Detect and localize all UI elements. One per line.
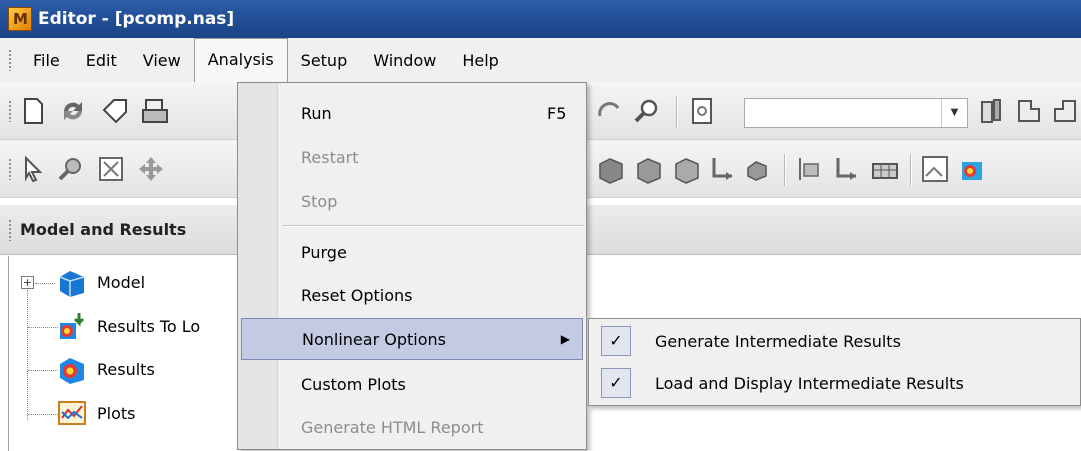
tree-line (35, 283, 55, 284)
run-shortcut: F5 (547, 103, 567, 123)
toolbar-separator (910, 154, 912, 186)
checkmark-icon: ✓ (601, 326, 631, 356)
menu-help[interactable]: Help (449, 45, 511, 76)
toolbar-separator (784, 154, 786, 186)
nonlinear-options-submenu: ✓ Generate Intermediate Results ✓ Load a… (588, 318, 1081, 406)
graph-icon[interactable] (920, 154, 950, 184)
tree-line (28, 414, 58, 415)
menu-view[interactable]: View (130, 45, 194, 76)
toolbar-grip[interactable] (8, 158, 12, 180)
menu-setup[interactable]: Setup (288, 45, 361, 76)
mesh-icon[interactable] (672, 154, 702, 184)
solid-icon[interactable] (596, 154, 626, 184)
submenu-item-load-display-intermediate-results[interactable]: ✓ Load and Display Intermediate Results (592, 363, 1078, 403)
zoom-icon[interactable] (632, 96, 662, 126)
select-arrow-icon[interactable] (18, 154, 48, 184)
rotate-icon[interactable] (594, 96, 624, 126)
menu-item-purge[interactable]: Purge (241, 231, 583, 273)
chevron-down-icon[interactable]: ▼ (941, 99, 967, 127)
zoom-icon[interactable] (56, 154, 86, 184)
zoom-fit-icon[interactable] (96, 154, 126, 184)
menu-separator (282, 225, 584, 227)
menu-item-nonlinear-options[interactable]: Nonlinear Options ▶ (241, 318, 583, 360)
load-arrow-icon[interactable] (708, 154, 738, 184)
menu-item-generate-html-report[interactable]: Generate HTML Report (241, 406, 583, 448)
table-icon[interactable] (870, 154, 900, 184)
submenu-arrow-icon: ▶ (560, 332, 570, 346)
plot-m-icon[interactable] (794, 154, 824, 184)
pan-icon[interactable] (136, 154, 166, 184)
tag-icon[interactable] (100, 96, 130, 126)
checkmark-icon: ✓ (601, 368, 631, 398)
menu-item-run[interactable]: Run F5 (241, 92, 583, 134)
submenu-item-generate-intermediate-results[interactable]: ✓ Generate Intermediate Results (592, 321, 1078, 361)
window-title: Editor - [pcomp.nas] (38, 9, 235, 29)
tree-item-results-to-load[interactable]: Results To Lo (57, 306, 200, 346)
view-combo[interactable]: ▼ (744, 98, 968, 128)
menu-item-custom-plots[interactable]: Custom Plots (241, 363, 583, 405)
zoom-box-icon[interactable] (688, 96, 718, 126)
results-to-load-icon (60, 313, 85, 339)
menu-item-reset-options[interactable]: Reset Options (241, 274, 583, 316)
panel-grip[interactable] (8, 218, 12, 241)
menu-bar: File Edit View Analysis Setup Window Hel… (0, 38, 1081, 82)
analysis-menu: Run F5 Restart Stop Purge Reset Options … (237, 82, 587, 450)
tree-line (28, 327, 58, 328)
tree-line (27, 290, 28, 420)
menu-item-restart[interactable]: Restart (241, 136, 583, 178)
print-icon[interactable] (140, 96, 170, 126)
tree-item-model[interactable]: Model (57, 262, 145, 302)
app-icon (8, 7, 32, 31)
refresh-icon[interactable] (58, 96, 88, 126)
model-cube-icon (59, 271, 85, 297)
toolbar-grip[interactable] (8, 100, 12, 122)
results-icon (60, 358, 84, 384)
constraint-icon[interactable] (744, 154, 774, 184)
new-file-icon[interactable] (18, 96, 48, 126)
menubar-grip[interactable] (8, 49, 12, 71)
back-icon[interactable] (1050, 96, 1080, 126)
tree-item-results[interactable]: Results (57, 349, 155, 389)
menu-edit[interactable]: Edit (73, 45, 130, 76)
panel-title: Model and Results (20, 220, 187, 239)
title-bar: Editor - [pcomp.nas] (0, 0, 1081, 38)
shaded-icon[interactable] (634, 154, 664, 184)
results-contour-icon[interactable] (958, 154, 988, 184)
menu-window[interactable]: Window (360, 45, 449, 76)
tree-item-plots[interactable]: Plots (57, 393, 136, 433)
plot-arrow-icon[interactable] (832, 154, 862, 184)
toolbar-separator (676, 96, 678, 128)
menu-file[interactable]: File (20, 45, 73, 76)
expand-icon[interactable]: + (21, 276, 34, 289)
forward-icon[interactable] (1014, 96, 1044, 126)
menu-item-stop[interactable]: Stop (241, 180, 583, 222)
tree-line (28, 370, 58, 371)
section-icon[interactable] (978, 96, 1008, 126)
plots-icon (58, 401, 86, 425)
menu-analysis[interactable]: Analysis (193, 38, 288, 82)
